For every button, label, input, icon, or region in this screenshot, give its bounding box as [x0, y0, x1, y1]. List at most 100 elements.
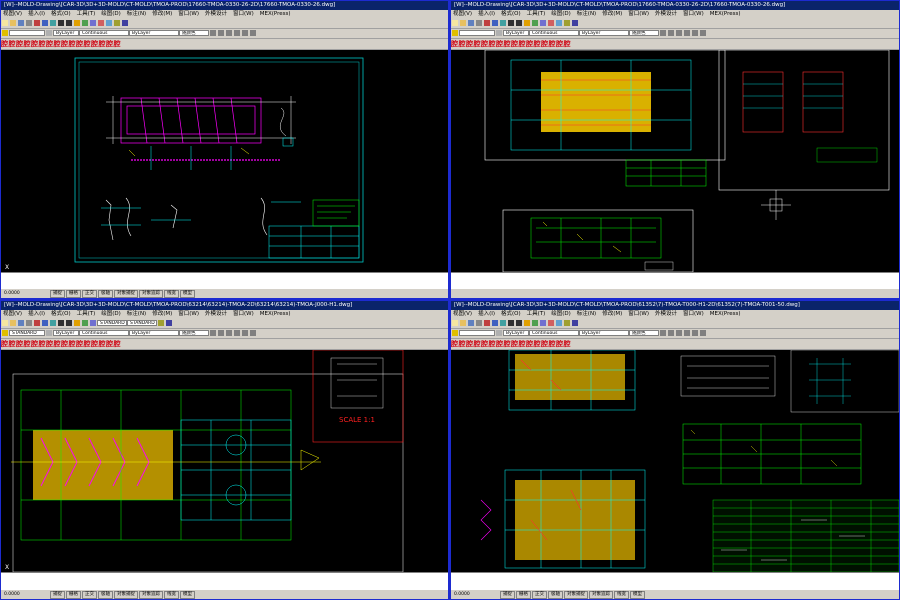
- tool-icon[interactable]: [660, 330, 666, 336]
- mold-button[interactable]: 腔: [39, 339, 46, 349]
- mold-button[interactable]: 腔: [1, 339, 8, 349]
- tool-palette-icon[interactable]: [114, 20, 120, 26]
- mold-button[interactable]: 腔: [549, 39, 556, 49]
- mold-button[interactable]: 腔: [69, 39, 76, 49]
- help-icon[interactable]: [166, 320, 172, 326]
- mold-button[interactable]: 腔: [489, 339, 496, 349]
- mold-button[interactable]: 腔: [106, 39, 113, 49]
- tool-icon[interactable]: [676, 30, 682, 36]
- layer-combo[interactable]: [459, 330, 495, 336]
- layer-prev-icon[interactable]: [46, 30, 52, 36]
- mold-button[interactable]: 腔: [99, 39, 106, 49]
- linetype-combo[interactable]: Continuous: [79, 330, 129, 336]
- menu-dimension[interactable]: 标注(N): [127, 311, 146, 317]
- mold-button[interactable]: 腔: [474, 339, 481, 349]
- tool-icon[interactable]: [242, 330, 248, 336]
- cut-icon[interactable]: [34, 320, 40, 326]
- mold-button[interactable]: 腔: [39, 39, 46, 49]
- mold-button[interactable]: 腔: [534, 39, 541, 49]
- properties-icon[interactable]: [548, 20, 554, 26]
- tool-icon[interactable]: [210, 30, 216, 36]
- menu-window-2[interactable]: 窗口(W): [233, 11, 254, 17]
- save-icon[interactable]: [468, 20, 474, 26]
- menu-mex[interactable]: MEX(Press): [710, 11, 741, 17]
- mold-button[interactable]: 腔: [46, 39, 53, 49]
- open-folder-icon[interactable]: [10, 320, 16, 326]
- osnap-toggle[interactable]: 对象捕捉: [114, 591, 138, 599]
- mold-button[interactable]: 腔: [76, 39, 83, 49]
- color-combo[interactable]: ByLayer: [53, 30, 79, 36]
- menu-format[interactable]: 格式(O): [501, 311, 521, 317]
- menu-window-2[interactable]: 窗口(W): [683, 11, 704, 17]
- mold-button[interactable]: 腔: [504, 339, 511, 349]
- cad-window-top-right[interactable]: [W]--MOLD-Drawing\[CAR-3D\3D+3D-MOLD\CT-…: [451, 1, 899, 298]
- menu-draw[interactable]: 绘图(D): [101, 11, 121, 17]
- undo-icon[interactable]: [58, 20, 64, 26]
- mold-button[interactable]: 腔: [564, 39, 571, 49]
- mold-button[interactable]: 腔: [76, 339, 83, 349]
- menu-draw[interactable]: 绘图(D): [551, 11, 571, 17]
- tool-icon[interactable]: [234, 30, 240, 36]
- mold-button[interactable]: 腔: [526, 39, 533, 49]
- command-line[interactable]: [451, 272, 899, 290]
- mold-button[interactable]: 腔: [451, 339, 458, 349]
- print-icon[interactable]: [476, 20, 482, 26]
- redo-icon[interactable]: [516, 20, 522, 26]
- tool-icon[interactable]: [684, 330, 690, 336]
- tool-palette-icon[interactable]: [564, 320, 570, 326]
- polar-toggle[interactable]: 极轴: [98, 591, 113, 599]
- pan-icon[interactable]: [524, 20, 530, 26]
- menu-insert[interactable]: 插入(I): [478, 311, 495, 317]
- mold-button[interactable]: 腔: [564, 339, 571, 349]
- menu-dimension[interactable]: 标注(N): [577, 311, 596, 317]
- tool-icon[interactable]: [660, 30, 666, 36]
- menu-modify[interactable]: 修改(M): [152, 311, 172, 317]
- menu-window[interactable]: 窗口(W): [178, 11, 199, 17]
- menu-dimension[interactable]: 标注(N): [127, 11, 146, 17]
- lineweight-combo[interactable]: ByLayer: [129, 30, 179, 36]
- tool-palette-icon[interactable]: [158, 320, 164, 326]
- drawing-canvas[interactable]: SCALE 1:1 X: [1, 350, 448, 572]
- help-icon[interactable]: [572, 20, 578, 26]
- menu-draw[interactable]: 绘图(D): [551, 311, 571, 317]
- undo-icon[interactable]: [508, 20, 514, 26]
- mold-button[interactable]: 腔: [16, 339, 23, 349]
- mold-button[interactable]: 腔: [526, 339, 533, 349]
- tool-icon[interactable]: [226, 330, 232, 336]
- pan-icon[interactable]: [74, 320, 80, 326]
- copy-icon[interactable]: [492, 20, 498, 26]
- layer-combo[interactable]: [9, 30, 45, 36]
- new-file-icon[interactable]: [452, 320, 458, 326]
- mold-button[interactable]: 腔: [511, 39, 518, 49]
- osnap-toggle[interactable]: 对象捕捉: [114, 290, 138, 298]
- cad-window-top-left[interactable]: [W]--MOLD-Drawing\[CAR-3D\3D+3D-MOLD\CT-…: [1, 1, 448, 298]
- mold-button[interactable]: 腔: [489, 39, 496, 49]
- plot-style-combo[interactable]: 随颜色: [629, 330, 659, 336]
- lineweight-combo[interactable]: ByLayer: [129, 330, 179, 336]
- mold-button[interactable]: 腔: [541, 339, 548, 349]
- mold-button[interactable]: 腔: [61, 339, 68, 349]
- print-icon[interactable]: [26, 320, 32, 326]
- menu-window[interactable]: 窗口(W): [178, 311, 199, 317]
- properties-icon[interactable]: [98, 20, 104, 26]
- menu-tools[interactable]: 工具(T): [77, 11, 96, 17]
- mold-button[interactable]: 腔: [91, 39, 98, 49]
- copy-icon[interactable]: [42, 320, 48, 326]
- menu-modify[interactable]: 修改(M): [602, 11, 622, 17]
- tool-icon[interactable]: [668, 330, 674, 336]
- save-icon[interactable]: [468, 320, 474, 326]
- mold-button[interactable]: 腔: [114, 339, 121, 349]
- zoom-icon[interactable]: [532, 20, 538, 26]
- zoom-icon[interactable]: [532, 320, 538, 326]
- menu-insert[interactable]: 插入(I): [478, 11, 495, 17]
- mold-button[interactable]: 腔: [504, 39, 511, 49]
- linetype-combo[interactable]: Continuous: [529, 330, 579, 336]
- menu-draw[interactable]: 绘图(D): [101, 311, 121, 317]
- mold-button[interactable]: 腔: [481, 39, 488, 49]
- open-folder-icon[interactable]: [10, 20, 16, 26]
- polar-toggle[interactable]: 极轴: [548, 591, 563, 599]
- layer-manager-icon[interactable]: [452, 330, 458, 336]
- copy-icon[interactable]: [42, 20, 48, 26]
- lineweight-toggle[interactable]: 线宽: [164, 290, 179, 298]
- mold-button[interactable]: 腔: [69, 339, 76, 349]
